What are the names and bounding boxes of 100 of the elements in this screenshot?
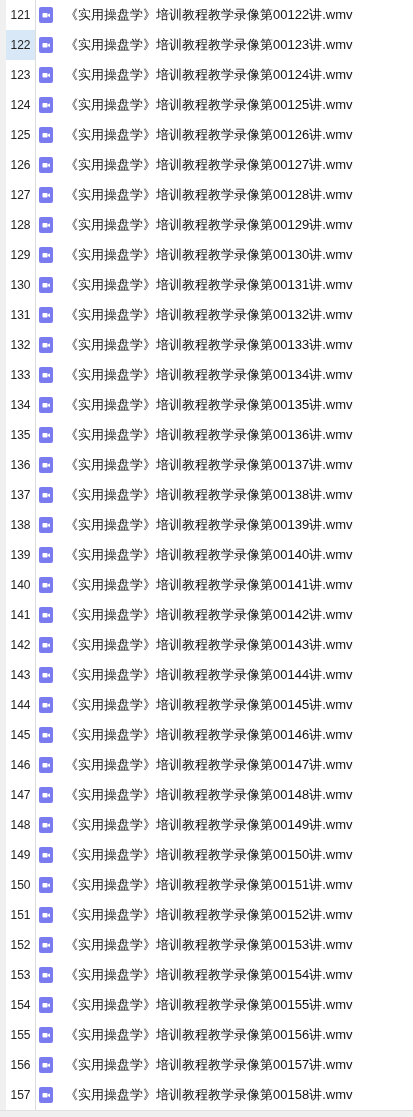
video-file-icon (39, 937, 53, 953)
file-name: 《实用操盘学》培训教程教学录像第00147讲.wmv (65, 756, 353, 774)
row-number[interactable]: 137 (6, 480, 36, 510)
file-name: 《实用操盘学》培训教程教学录像第00153讲.wmv (65, 936, 353, 954)
video-file-icon (39, 397, 53, 413)
file-name: 《实用操盘学》培训教程教学录像第00123讲.wmv (65, 36, 353, 54)
file-name: 《实用操盘学》培训教程教学录像第00156讲.wmv (65, 1026, 353, 1044)
row-number[interactable]: 134 (6, 390, 36, 420)
horizontal-scrollbar[interactable] (0, 1110, 413, 1117)
file-name: 《实用操盘学》培训教程教学录像第00130讲.wmv (65, 246, 353, 264)
file-name: 《实用操盘学》培训教程教学录像第00125讲.wmv (65, 96, 353, 114)
file-name: 《实用操盘学》培训教程教学录像第00124讲.wmv (65, 66, 353, 84)
row-number[interactable]: 150 (6, 870, 36, 900)
row-number[interactable]: 147 (6, 780, 36, 810)
video-file-icon (39, 487, 53, 503)
file-name: 《实用操盘学》培训教程教学录像第00146讲.wmv (65, 726, 353, 744)
video-file-icon (39, 517, 53, 533)
video-file-icon (39, 607, 53, 623)
video-file-icon (39, 1027, 53, 1043)
row-number[interactable]: 123 (6, 60, 36, 90)
video-file-icon (39, 457, 53, 473)
row-number[interactable]: 141 (6, 600, 36, 630)
video-file-icon (39, 547, 53, 563)
row-number[interactable]: 135 (6, 420, 36, 450)
row-number[interactable]: 139 (6, 540, 36, 570)
row-number[interactable]: 136 (6, 450, 36, 480)
video-file-icon (39, 817, 53, 833)
file-name: 《实用操盘学》培训教程教学录像第00145讲.wmv (65, 696, 353, 714)
row-number[interactable]: 143 (6, 660, 36, 690)
video-file-icon (39, 337, 53, 353)
file-name: 《实用操盘学》培训教程教学录像第00131讲.wmv (65, 276, 353, 294)
video-file-icon (39, 127, 53, 143)
video-file-icon (39, 37, 53, 53)
row-number[interactable]: 133 (6, 360, 36, 390)
row-number[interactable]: 148 (6, 810, 36, 840)
row-number[interactable]: 130 (6, 270, 36, 300)
row-number[interactable]: 152 (6, 930, 36, 960)
file-name: 《实用操盘学》培训教程教学录像第00132讲.wmv (65, 306, 353, 324)
video-file-icon (39, 1087, 53, 1103)
row-number[interactable]: 127 (6, 180, 36, 210)
file-name: 《实用操盘学》培训教程教学录像第00157讲.wmv (65, 1056, 353, 1074)
row-number[interactable]: 129 (6, 240, 36, 270)
file-name: 《实用操盘学》培训教程教学录像第00140讲.wmv (65, 546, 353, 564)
row-number[interactable]: 145 (6, 720, 36, 750)
file-name: 《实用操盘学》培训教程教学录像第00150讲.wmv (65, 846, 353, 864)
file-name: 《实用操盘学》培训教程教学录像第00138讲.wmv (65, 486, 353, 504)
file-name: 《实用操盘学》培训教程教学录像第00135讲.wmv (65, 396, 353, 414)
row-number[interactable]: 151 (6, 900, 36, 930)
row-number[interactable]: 131 (6, 300, 36, 330)
row-number[interactable]: 155 (6, 1020, 36, 1050)
row-number[interactable]: 144 (6, 690, 36, 720)
file-name: 《实用操盘学》培训教程教学录像第00133讲.wmv (65, 336, 353, 354)
file-name: 《实用操盘学》培训教程教学录像第00137讲.wmv (65, 456, 353, 474)
file-name: 《实用操盘学》培训教程教学录像第00155讲.wmv (65, 996, 353, 1014)
video-file-icon (39, 427, 53, 443)
row-number[interactable]: 156 (6, 1050, 36, 1080)
row-number[interactable]: 124 (6, 90, 36, 120)
row-number[interactable]: 125 (6, 120, 36, 150)
file-name: 《实用操盘学》培训教程教学录像第00141讲.wmv (65, 576, 353, 594)
row-number[interactable]: 153 (6, 960, 36, 990)
video-file-icon (39, 307, 53, 323)
video-file-icon (39, 7, 53, 23)
video-file-icon (39, 577, 53, 593)
file-name: 《实用操盘学》培训教程教学录像第00134讲.wmv (65, 366, 353, 384)
video-file-icon (39, 787, 53, 803)
file-name: 《实用操盘学》培训教程教学录像第00148讲.wmv (65, 786, 353, 804)
file-name: 《实用操盘学》培训教程教学录像第00122讲.wmv (65, 6, 353, 24)
video-file-icon (39, 247, 53, 263)
row-number[interactable]: 126 (6, 150, 36, 180)
row-number[interactable]: 149 (6, 840, 36, 870)
video-file-icon (39, 277, 53, 293)
file-name: 《实用操盘学》培训教程教学录像第00126讲.wmv (65, 126, 353, 144)
row-number[interactable]: 140 (6, 570, 36, 600)
row-number[interactable]: 142 (6, 630, 36, 660)
video-file-icon (39, 967, 53, 983)
row-number[interactable]: 128 (6, 210, 36, 240)
video-file-icon (39, 907, 53, 923)
file-name: 《实用操盘学》培训教程教学录像第00127讲.wmv (65, 156, 353, 174)
video-file-icon (39, 847, 53, 863)
file-name: 《实用操盘学》培训教程教学录像第00139讲.wmv (65, 516, 353, 534)
video-file-icon (39, 727, 53, 743)
video-file-icon (39, 367, 53, 383)
row-number[interactable]: 122 (6, 30, 36, 60)
video-file-icon (39, 97, 53, 113)
file-name: 《实用操盘学》培训教程教学录像第00129讲.wmv (65, 216, 353, 234)
video-file-icon (39, 187, 53, 203)
row-number[interactable]: 146 (6, 750, 36, 780)
video-file-icon (39, 637, 53, 653)
video-file-icon (39, 667, 53, 683)
row-number[interactable]: 138 (6, 510, 36, 540)
file-name: 《实用操盘学》培训教程教学录像第00144讲.wmv (65, 666, 353, 684)
file-name: 《实用操盘学》培训教程教学录像第00158讲.wmv (65, 1086, 353, 1104)
file-name: 《实用操盘学》培训教程教学录像第00143讲.wmv (65, 636, 353, 654)
video-file-icon (39, 157, 53, 173)
video-file-icon (39, 697, 53, 713)
row-number[interactable]: 132 (6, 330, 36, 360)
file-name: 《实用操盘学》培训教程教学录像第00136讲.wmv (65, 426, 353, 444)
row-number[interactable]: 154 (6, 990, 36, 1020)
file-name: 《实用操盘学》培训教程教学录像第00149讲.wmv (65, 816, 353, 834)
video-file-icon (39, 217, 53, 233)
